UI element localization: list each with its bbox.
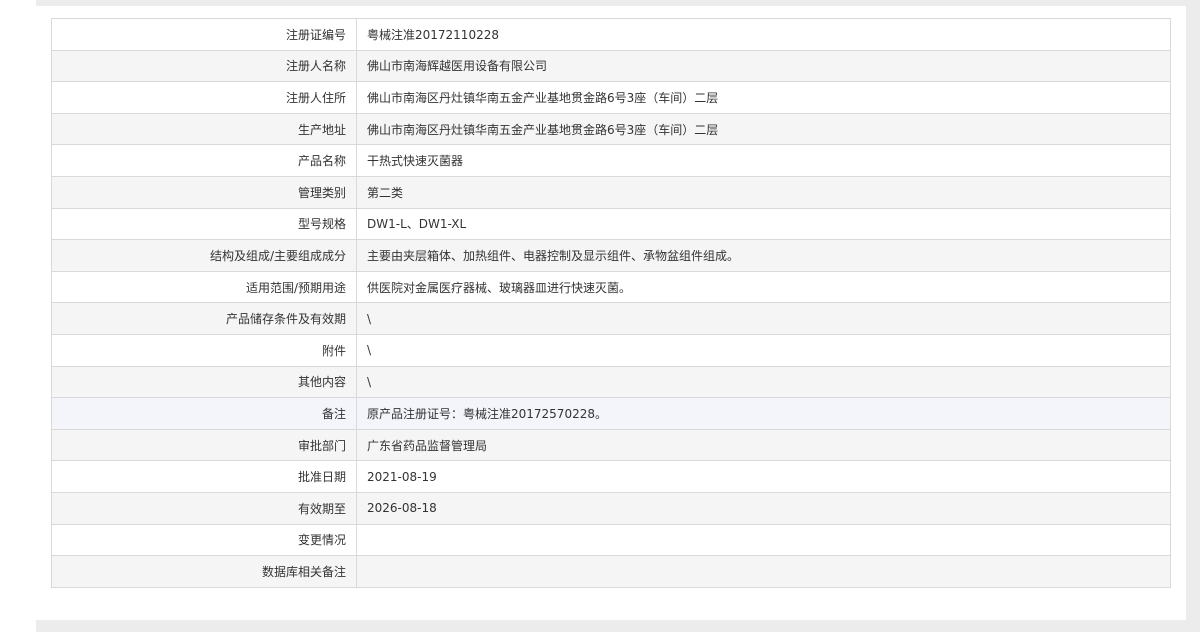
registration-detail-table: 注册证编号 粤械注准20172110228 注册人名称 佛山市南海辉越医用设备有… xyxy=(51,18,1171,588)
row-label: 生产地址 xyxy=(51,112,357,146)
table-row-registrant-address: 注册人住所 佛山市南海区丹灶镇华南五金产业基地贯金路6号3座（车间）二层 xyxy=(51,81,1171,114)
row-label: 结构及组成/主要组成成分 xyxy=(51,239,357,272)
row-value: \ xyxy=(356,302,1171,335)
table-row-model-spec: 型号规格 DW1-L、DW1-XL xyxy=(51,207,1171,241)
table-row-database-remarks: 数据库相关备注 xyxy=(51,555,1171,588)
table-row-change-status: 变更情况 xyxy=(51,523,1171,557)
row-label: 型号规格 xyxy=(51,207,357,241)
row-value: 粤械注准20172110228 xyxy=(356,18,1171,51)
row-value: 干热式快速灭菌器 xyxy=(356,144,1171,177)
table-row-approval-date: 批准日期 2021-08-19 xyxy=(51,460,1171,493)
left-margin xyxy=(0,0,36,632)
row-label: 产品储存条件及有效期 xyxy=(51,302,357,335)
page-background: 注册证编号 粤械注准20172110228 注册人名称 佛山市南海辉越医用设备有… xyxy=(0,0,1200,632)
row-label: 注册人名称 xyxy=(51,49,357,83)
row-value: 广东省药品监督管理局 xyxy=(356,428,1171,462)
row-label: 附件 xyxy=(51,333,357,367)
table-row-production-address: 生产地址 佛山市南海区丹灶镇华南五金产业基地贯金路6号3座（车间）二层 xyxy=(51,112,1171,146)
table-row-registrant-name: 注册人名称 佛山市南海辉越医用设备有限公司 xyxy=(51,49,1171,83)
row-label: 其他内容 xyxy=(51,365,357,399)
table-row-valid-until: 有效期至 2026-08-18 xyxy=(51,491,1171,525)
detail-panel: 注册证编号 粤械注准20172110228 注册人名称 佛山市南海辉越医用设备有… xyxy=(36,6,1186,620)
table-row-attachments: 附件 \ xyxy=(51,333,1171,367)
row-value: 佛山市南海辉越医用设备有限公司 xyxy=(356,49,1171,83)
row-value: 2021-08-19 xyxy=(356,460,1171,493)
row-label: 注册人住所 xyxy=(51,81,357,114)
row-value: 佛山市南海区丹灶镇华南五金产业基地贯金路6号3座（车间）二层 xyxy=(356,112,1171,146)
table-row-structure-composition: 结构及组成/主要组成成分 主要由夹层箱体、加热组件、电器控制及显示组件、承物盆组… xyxy=(51,239,1171,272)
table-row-remarks: 备注 原产品注册证号：粤械注准20172570228。 xyxy=(51,397,1171,430)
table-row-management-category: 管理类别 第二类 xyxy=(51,175,1171,209)
row-value: 原产品注册证号：粤械注准20172570228。 xyxy=(356,397,1171,430)
table-row-other-content: 其他内容 \ xyxy=(51,365,1171,399)
row-value: DW1-L、DW1-XL xyxy=(356,207,1171,241)
table-row-product-name: 产品名称 干热式快速灭菌器 xyxy=(51,144,1171,177)
row-value xyxy=(356,523,1171,557)
row-label: 管理类别 xyxy=(51,175,357,209)
row-value: \ xyxy=(356,365,1171,399)
row-label: 备注 xyxy=(51,397,357,430)
row-value: 佛山市南海区丹灶镇华南五金产业基地贯金路6号3座（车间）二层 xyxy=(356,81,1171,114)
row-label: 数据库相关备注 xyxy=(51,555,357,588)
row-value xyxy=(356,555,1171,588)
row-label: 有效期至 xyxy=(51,491,357,525)
row-label: 产品名称 xyxy=(51,144,357,177)
row-value: 2026-08-18 xyxy=(356,491,1171,525)
row-label: 注册证编号 xyxy=(51,18,357,51)
row-value: \ xyxy=(356,333,1171,367)
row-label: 批准日期 xyxy=(51,460,357,493)
row-label: 适用范围/预期用途 xyxy=(51,270,357,304)
table-row-intended-use: 适用范围/预期用途 供医院对金属医疗器械、玻璃器皿进行快速灭菌。 xyxy=(51,270,1171,304)
table-row-storage-conditions: 产品储存条件及有效期 \ xyxy=(51,302,1171,335)
table-row-registration-number: 注册证编号 粤械注准20172110228 xyxy=(51,18,1171,51)
row-label: 变更情况 xyxy=(51,523,357,557)
row-value: 供医院对金属医疗器械、玻璃器皿进行快速灭菌。 xyxy=(356,270,1171,304)
row-value: 第二类 xyxy=(356,175,1171,209)
row-value: 主要由夹层箱体、加热组件、电器控制及显示组件、承物盆组件组成。 xyxy=(356,239,1171,272)
row-label: 审批部门 xyxy=(51,428,357,462)
table-row-approval-department: 审批部门 广东省药品监督管理局 xyxy=(51,428,1171,462)
